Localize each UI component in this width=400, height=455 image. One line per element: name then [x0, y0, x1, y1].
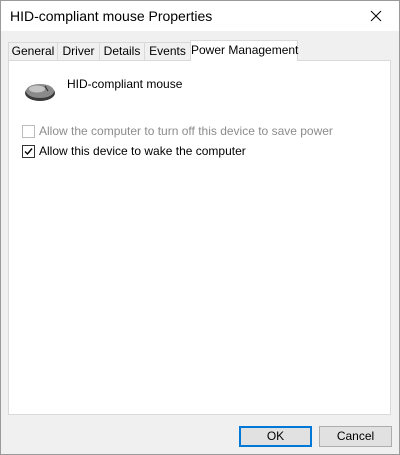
allow-power-off-option[interactable]: Allow the computer to turn off this devi… [22, 124, 333, 138]
allow-wake-option[interactable]: Allow this device to wake the computer [22, 144, 246, 158]
tab-power-management[interactable]: Power Management [190, 40, 298, 61]
allow-power-off-label: Allow the computer to turn off this devi… [39, 124, 333, 138]
allow-power-off-checkbox[interactable] [22, 124, 35, 138]
cancel-button[interactable]: Cancel [319, 426, 392, 447]
title-bar: HID-compliant mouse Properties [1, 1, 399, 31]
tab-general[interactable]: General [8, 42, 58, 60]
close-button[interactable] [353, 1, 399, 31]
tab-events[interactable]: Events [144, 42, 191, 60]
ok-button[interactable]: OK [239, 426, 312, 447]
device-name: HID-compliant mouse [67, 77, 183, 91]
allow-wake-label: Allow this device to wake the computer [39, 144, 246, 158]
tab-driver[interactable]: Driver [57, 42, 100, 60]
allow-wake-checkbox[interactable] [22, 144, 35, 158]
tab-strip: General Driver Details Events Power Mana… [8, 40, 393, 61]
close-icon [370, 10, 382, 22]
checkmark-icon [24, 147, 33, 155]
power-management-panel: HID-compliant mouse Allow the computer t… [8, 60, 391, 415]
tab-details[interactable]: Details [99, 42, 145, 60]
properties-dialog: HID-compliant mouse Properties General D… [0, 0, 400, 455]
window-title: HID-compliant mouse Properties [10, 8, 213, 24]
mouse-icon [25, 84, 55, 101]
